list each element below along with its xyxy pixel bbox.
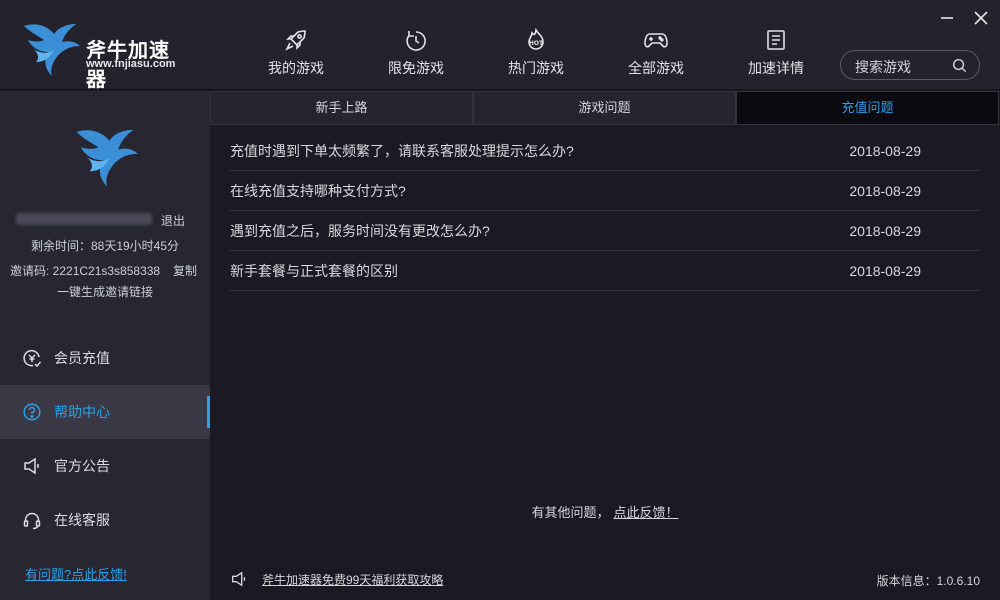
document-icon — [767, 30, 785, 50]
question-date: 2018-08-29 — [849, 222, 921, 239]
rocket-icon — [285, 30, 306, 51]
nav-label: 热门游戏 — [508, 60, 564, 76]
tab-recharge-issues[interactable]: 充值问题 — [736, 91, 999, 125]
sidebar-item-support[interactable]: 在线客服 — [0, 493, 210, 547]
nav-label: 限免游戏 — [388, 60, 444, 76]
sidebar-feedback-link[interactable]: 有问题?点此反馈! — [25, 564, 127, 583]
recharge-icon — [23, 349, 42, 368]
nav-free-games[interactable]: 限免游戏 — [356, 28, 476, 88]
title-bar: 斧牛加速器 www.fnjiasu.com 我的游戏 限免游戏 HOT 热门游戏… — [0, 0, 1000, 91]
nav-all-games[interactable]: 全部游戏 — [596, 28, 716, 88]
search-input[interactable]: 搜索游戏 — [855, 57, 911, 77]
copy-button[interactable]: 复制 — [173, 262, 197, 279]
speaker-icon — [232, 571, 246, 587]
nav-speed-details[interactable]: 加速详情 — [716, 28, 836, 88]
timer-icon — [406, 31, 426, 51]
tab-game-issues[interactable]: 游戏问题 — [473, 91, 736, 125]
question-date: 2018-08-29 — [849, 262, 921, 279]
question-date: 2018-08-29 — [849, 142, 921, 159]
sidebar-item-help[interactable]: 帮助中心 — [0, 385, 210, 439]
nav-label: 全部游戏 — [628, 60, 684, 76]
minimize-icon[interactable] — [937, 8, 957, 28]
question-title[interactable]: 新手套餐与正式套餐的区别 — [230, 261, 398, 281]
other-question-text: 有其他问题， — [531, 505, 610, 520]
other-question: 有其他问题， 点此反馈！ — [210, 502, 1000, 521]
main-content: 新手上路 游戏问题 充值问题 充值时遇到下单太频繁了，请联系客服处理提示怎么办?… — [210, 91, 1000, 600]
sidebar: 退出 剩余时间：88天19小时45分 邀请码: 2221C21s3s858338… — [0, 91, 210, 600]
app-logo: 斧牛加速器 www.fnjiasu.com — [18, 18, 188, 91]
list-item[interactable]: 在线充值支持哪种支付方式? 2018-08-29 — [230, 171, 980, 211]
brand-logo-icon — [24, 24, 80, 76]
help-icon — [23, 403, 41, 421]
brand-url: www.fnjiasu.com — [86, 58, 176, 70]
svg-text:HOT: HOT — [529, 40, 544, 47]
question-title[interactable]: 充值时遇到下单太频繁了，请联系客服处理提示怎么办? — [230, 141, 574, 161]
question-list: 充值时遇到下单太频繁了，请联系客服处理提示怎么办? 2018-08-29 在线充… — [230, 131, 980, 291]
nav-label: 我的游戏 — [268, 60, 324, 76]
close-icon[interactable] — [971, 8, 991, 28]
sidebar-item-announcements[interactable]: 官方公告 — [0, 439, 210, 493]
remaining-time: 剩余时间：88天19小时45分 — [30, 239, 180, 253]
sidebar-item-label: 在线客服 — [54, 512, 110, 528]
invite-code: 邀请码: 2221C21s3s858338 — [10, 264, 161, 278]
sidebar-item-label: 官方公告 — [54, 458, 110, 474]
tab-beginner[interactable]: 新手上路 — [210, 91, 473, 125]
help-tabs: 新手上路 游戏问题 充值问题 — [210, 91, 1000, 125]
nav-hot-games[interactable]: HOT 热门游戏 — [476, 28, 596, 88]
nav-my-games[interactable]: 我的游戏 — [236, 28, 356, 88]
top-nav: 我的游戏 限免游戏 HOT 热门游戏 全部游戏 加速详情 — [236, 28, 836, 88]
sidebar-item-label: 会员充值 — [54, 350, 110, 366]
list-item[interactable]: 新手套餐与正式套餐的区别 2018-08-29 — [230, 251, 980, 291]
username-blurred — [16, 213, 152, 225]
sidebar-item-label: 帮助中心 — [54, 404, 110, 420]
list-item[interactable]: 遇到充值之后，服务时间没有更改怎么办? 2018-08-29 — [230, 211, 980, 251]
list-item[interactable]: 充值时遇到下单太频繁了，请联系客服处理提示怎么办? 2018-08-29 — [230, 131, 980, 171]
hot-icon: HOT — [528, 28, 544, 50]
question-title[interactable]: 在线充值支持哪种支付方式? — [230, 181, 406, 201]
search-box[interactable]: 搜索游戏 — [840, 50, 980, 80]
footer-notice: 斧牛加速器免费99天福利获取攻略 — [230, 570, 443, 588]
notice-link[interactable]: 斧牛加速器免费99天福利获取攻略 — [262, 571, 443, 588]
speaker-icon — [24, 457, 39, 475]
search-icon[interactable] — [952, 58, 967, 73]
question-title[interactable]: 遇到充值之后，服务时间没有更改怎么办? — [230, 221, 490, 241]
logout-link[interactable]: 退出 — [161, 212, 185, 229]
side-menu: 会员充值 帮助中心 官方公告 在线客服 — [0, 331, 210, 547]
gamepad-icon — [644, 33, 668, 48]
nav-label: 加速详情 — [748, 60, 804, 76]
feedback-link[interactable]: 点此反馈！ — [614, 505, 679, 520]
version-info: 版本信息：1.0.6.10 — [876, 574, 980, 588]
avatar — [76, 129, 138, 187]
sidebar-item-recharge[interactable]: 会员充值 — [0, 331, 210, 385]
headset-icon — [23, 512, 41, 530]
question-date: 2018-08-29 — [849, 182, 921, 199]
generate-invite-link[interactable]: 一键生成邀请链接 — [0, 283, 210, 300]
